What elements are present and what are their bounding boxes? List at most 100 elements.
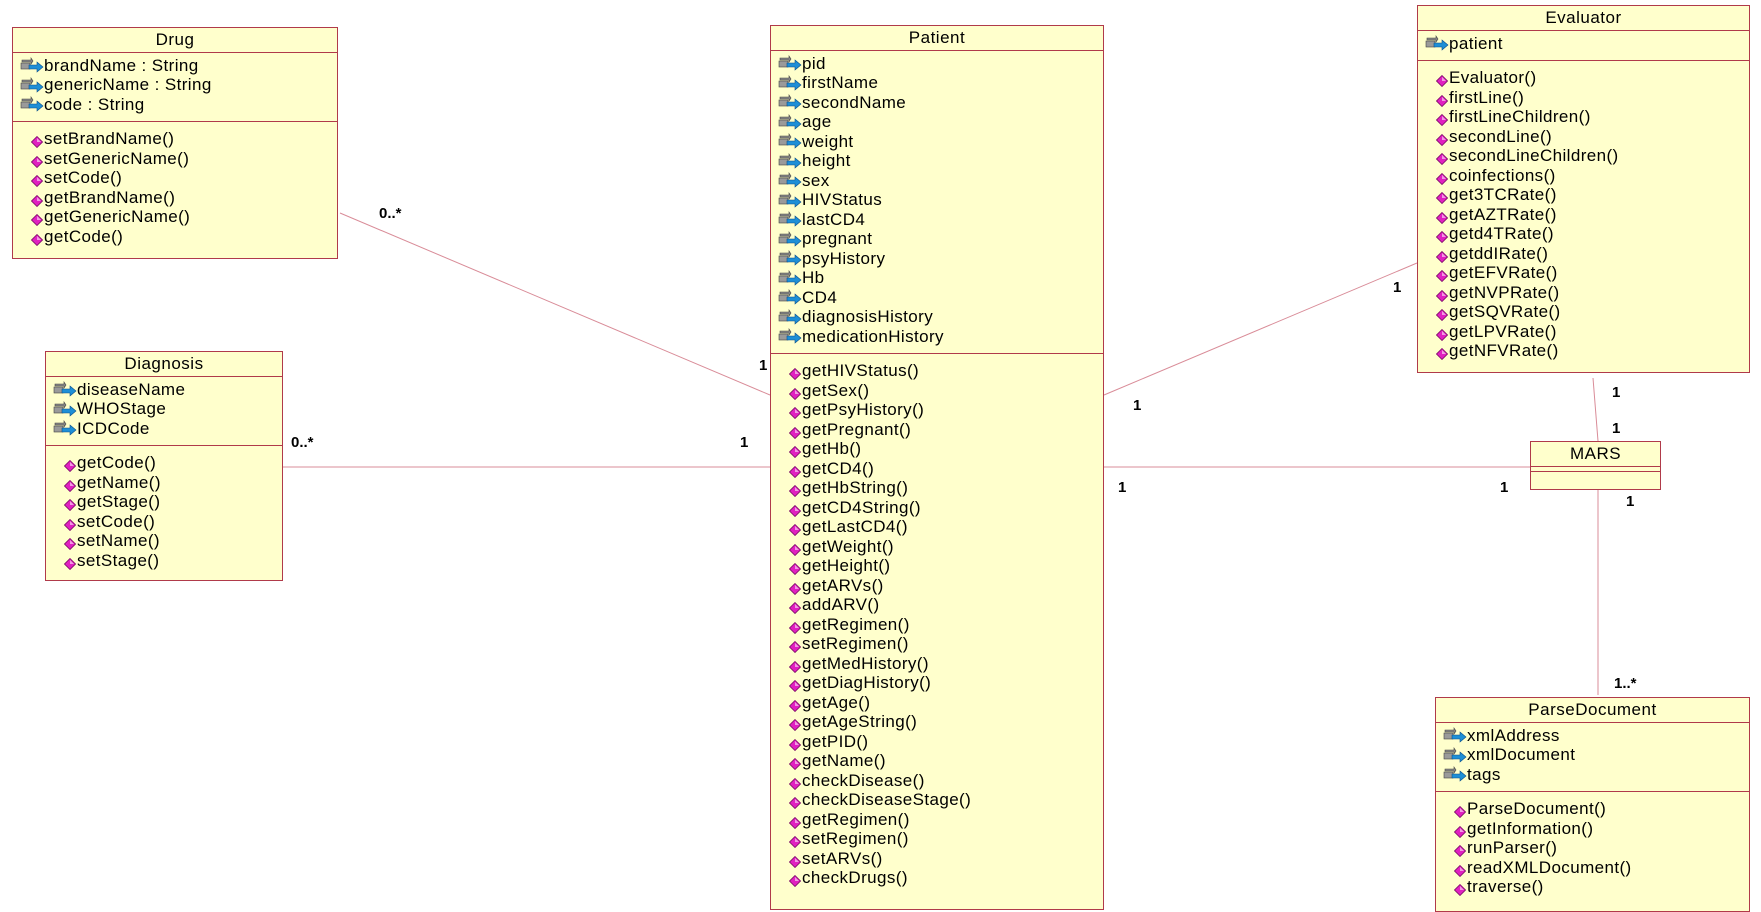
operation-label: getHeight() [802, 556, 891, 576]
attribute-row: weight [771, 132, 1103, 152]
operation-row: setStage() [46, 551, 282, 571]
operation-label: checkDiseaseStage() [802, 790, 972, 810]
attribute-row: pid [771, 54, 1103, 74]
operation-label: getddIRate() [1449, 243, 1549, 263]
operation-icon [1435, 170, 1449, 185]
attribute-row: Hb [771, 268, 1103, 289]
attribute-row: xmlDocument [1436, 745, 1749, 766]
attribute-icon [778, 289, 802, 306]
operation-icon [788, 638, 802, 654]
operation-icon [788, 560, 802, 576]
operation-icon [788, 736, 802, 751]
attribute-compartment: patient [1418, 31, 1749, 61]
operation-icon [1435, 248, 1449, 263]
operation-icon [788, 775, 802, 790]
operation-icon [788, 872, 802, 888]
attribute-icon [778, 269, 802, 287]
operation-icon [30, 231, 44, 246]
attribute-label: brandName : String [44, 55, 199, 75]
attribute-icon [20, 96, 44, 113]
operation-compartment: Evaluator() firstLine() firstLineChildren(… [1418, 61, 1749, 364]
operation-row: setRegimen() [771, 634, 1103, 655]
operation-label: getNVPRate() [1449, 282, 1560, 302]
multiplicity-patient-evaluator-end: 1 [1133, 397, 1142, 414]
operation-icon [788, 541, 802, 556]
operation-icon [1435, 209, 1449, 224]
operation-icon [788, 599, 802, 615]
operation-icon [788, 814, 802, 829]
operation-label: getLPVRate() [1449, 321, 1557, 341]
attribute-row: ICDCode [46, 419, 282, 439]
operation-label: setRegimen() [802, 634, 909, 654]
attribute-compartment: xmlAddress xmlDocument tags [1436, 723, 1749, 792]
operation-row: setRegimen() [771, 829, 1103, 850]
operation-label: getName() [802, 751, 886, 771]
attribute-label: height [802, 151, 851, 171]
operation-icon [788, 619, 802, 634]
operation-label: setRegimen() [802, 829, 909, 849]
attribute-label: weight [802, 131, 854, 151]
operation-icon [63, 496, 77, 512]
operation-icon [63, 555, 77, 570]
operation-icon [63, 477, 77, 492]
class-title: MARS [1531, 442, 1660, 467]
operation-icon [1453, 881, 1467, 897]
operation-row: setARVs() [771, 849, 1103, 869]
operation-label: getCD4() [802, 458, 875, 478]
multiplicity-mars-patient-end: 1 [1500, 479, 1509, 496]
operation-label: setName() [77, 531, 160, 551]
class-drug[interactable]: Drug brandName : String genericName : Stri… [12, 27, 338, 259]
operation-label: getInformation() [1467, 818, 1594, 838]
operation-row: firstLine() [1418, 88, 1749, 108]
operation-row: getEFVRate() [1418, 263, 1749, 284]
operation-label: secondLine() [1449, 126, 1553, 146]
operation-row: setCode() [46, 512, 282, 532]
operation-row: getCD4() [771, 459, 1103, 479]
attribute-icon [778, 74, 802, 92]
class-diagnosis[interactable]: Diagnosis diseaseName WHOStage ICDCode getCo… [45, 351, 283, 581]
class-title: Patient [771, 26, 1103, 51]
class-mars[interactable]: MARS [1530, 441, 1661, 490]
operation-icon [788, 482, 802, 498]
attribute-icon [778, 94, 802, 111]
multiplicity-drug-patient-end: 1 [759, 357, 768, 374]
operation-icon [788, 502, 802, 517]
operation-label: getSQVRate() [1449, 302, 1561, 322]
operation-row: setCode() [13, 168, 337, 189]
attribute-row: genericName : String [13, 75, 337, 96]
operation-row: getBrandName() [13, 188, 337, 208]
operation-icon [788, 853, 802, 868]
class-title: Diagnosis [46, 352, 282, 377]
class-evaluator[interactable]: Evaluator patient Evaluator() firstLine() fi… [1417, 5, 1750, 373]
attribute-compartment: pid firstName secondName age weight height sex… [771, 51, 1103, 354]
attribute-row: code : String [13, 95, 337, 115]
attribute-label: diseaseName [77, 379, 186, 399]
operation-label: checkDisease() [802, 770, 925, 790]
operation-row: secondLine() [1418, 127, 1749, 147]
attribute-label: ICDCode [77, 418, 150, 438]
operation-label: firstLineChildren() [1449, 107, 1591, 127]
operation-icon [788, 404, 802, 420]
operation-row: secondLineChildren() [1418, 146, 1749, 167]
operation-label: coinfections() [1449, 165, 1556, 185]
attribute-row: tags [1436, 765, 1749, 785]
operation-icon [788, 580, 802, 595]
operation-label: getName() [77, 472, 161, 492]
multiplicity-evaluator-end: 1 [1393, 279, 1402, 296]
class-title: Drug [13, 28, 337, 53]
operation-row: setGenericName() [13, 149, 337, 169]
attribute-row: secondName [771, 93, 1103, 113]
operation-icon [1435, 326, 1449, 341]
operation-row: checkDisease() [771, 771, 1103, 791]
operation-row: getHeight() [771, 556, 1103, 577]
operation-icon [1435, 72, 1449, 88]
class-parsedocument[interactable]: ParseDocument xmlAddress xmlDocument tags Pa… [1435, 697, 1750, 912]
operation-label: traverse() [1467, 877, 1544, 897]
operation-label: ParseDocument() [1467, 799, 1607, 819]
attribute-label: lastCD4 [802, 209, 866, 229]
class-patient[interactable]: Patient pid firstName secondName age weight he… [770, 25, 1104, 910]
operation-row: getCode() [13, 227, 337, 247]
operation-icon [1453, 862, 1467, 877]
class-title: ParseDocument [1436, 698, 1749, 723]
operation-icon [788, 794, 802, 810]
